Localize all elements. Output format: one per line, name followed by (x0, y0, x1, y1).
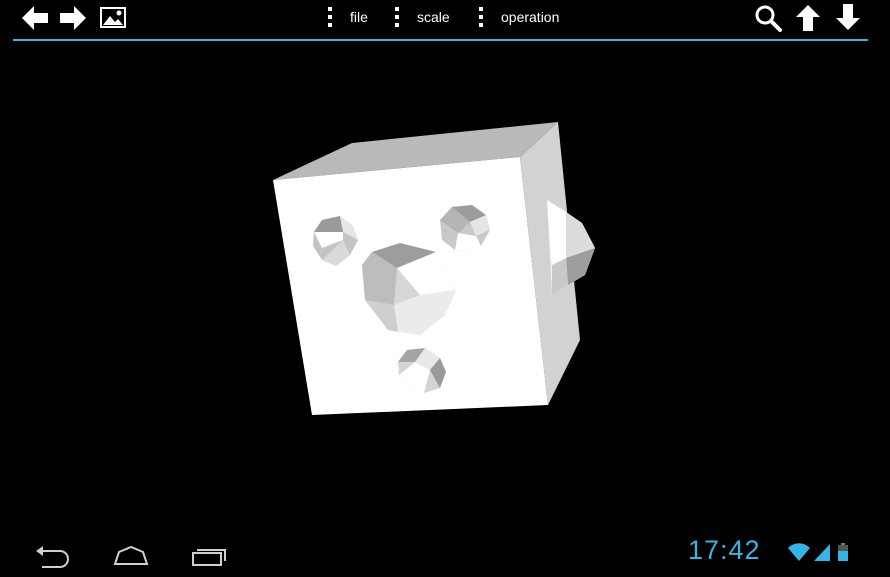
home-icon (113, 545, 149, 565)
battery-icon (838, 543, 848, 561)
overflow-dots-icon (479, 7, 483, 27)
action-bar-divider (13, 39, 868, 41)
status-icons (786, 540, 858, 562)
arrow-left-icon (22, 6, 48, 30)
forward-arrow-button[interactable] (58, 3, 88, 33)
back-icon (36, 546, 69, 568)
image-icon (100, 7, 126, 28)
search-icon (755, 5, 782, 32)
move-down-button[interactable] (833, 2, 863, 32)
signal-icon (814, 544, 830, 561)
action-bar: file scale operation (0, 0, 890, 41)
3d-cube-model[interactable] (0, 42, 890, 532)
menu-operation-label: operation (501, 9, 560, 25)
system-home-button[interactable] (106, 538, 156, 572)
system-back-button[interactable] (28, 538, 78, 572)
status-clock: 17:42 (688, 535, 761, 565)
back-arrow-button[interactable] (20, 3, 50, 33)
arrow-right-icon (60, 6, 86, 30)
menu-file-label: file (350, 9, 368, 25)
wifi-icon (788, 543, 810, 561)
recent-apps-icon (192, 549, 226, 566)
menu-scale-label: scale (417, 9, 450, 25)
menu-file[interactable]: file (328, 4, 368, 30)
image-button[interactable] (99, 3, 127, 33)
overflow-dots-icon (395, 7, 399, 27)
move-up-button[interactable] (793, 3, 823, 33)
status-icons-svg (788, 543, 848, 561)
arrow-up-icon (796, 5, 820, 31)
3d-viewport[interactable] (0, 42, 890, 532)
search-button[interactable] (753, 3, 783, 33)
arrow-down-icon (836, 4, 860, 30)
menu-operation[interactable]: operation (479, 4, 559, 30)
system-recents-button[interactable] (183, 538, 233, 572)
menu-scale[interactable]: scale (395, 4, 450, 30)
overflow-dots-icon (328, 7, 332, 27)
